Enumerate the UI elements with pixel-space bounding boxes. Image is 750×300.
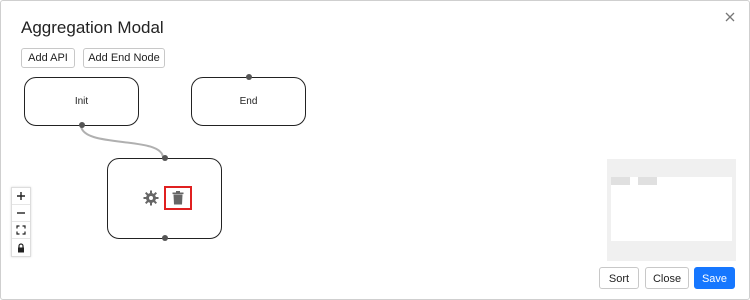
end-target-handle[interactable] [246, 74, 252, 80]
modal-title: Aggregation Modal [21, 18, 164, 37]
api-node[interactable] [107, 155, 222, 241]
end-node-label: End [239, 96, 258, 107]
close-icon[interactable] [722, 9, 738, 25]
zoom-in-icon[interactable] [12, 188, 30, 205]
gear-icon[interactable] [143, 190, 159, 206]
api-target-handle[interactable] [162, 155, 168, 161]
zoom-out-icon[interactable] [12, 205, 30, 222]
add-api-button[interactable]: Add API [21, 48, 75, 68]
minimap-node [611, 177, 630, 185]
aggregation-modal: Aggregation Modal Add API Add End Node I… [0, 0, 750, 300]
minimap-node [638, 177, 657, 185]
api-source-handle[interactable] [162, 235, 168, 241]
close-button[interactable]: Close [645, 267, 689, 289]
init-node-label: Init [74, 96, 89, 107]
end-node[interactable]: End [191, 74, 306, 126]
save-button[interactable]: Save [694, 267, 735, 289]
fit-view-icon[interactable] [12, 222, 30, 239]
minimap[interactable] [607, 159, 736, 261]
zoom-controls [11, 187, 31, 257]
trash-icon[interactable] [164, 186, 192, 210]
init-node[interactable]: Init [24, 77, 139, 128]
init-source-handle[interactable] [79, 122, 85, 128]
sort-button[interactable]: Sort [599, 267, 639, 289]
lock-icon[interactable] [12, 239, 30, 256]
edge-init-to-api [80, 124, 164, 159]
minimap-viewport [611, 177, 732, 241]
add-end-node-button[interactable]: Add End Node [83, 48, 165, 68]
